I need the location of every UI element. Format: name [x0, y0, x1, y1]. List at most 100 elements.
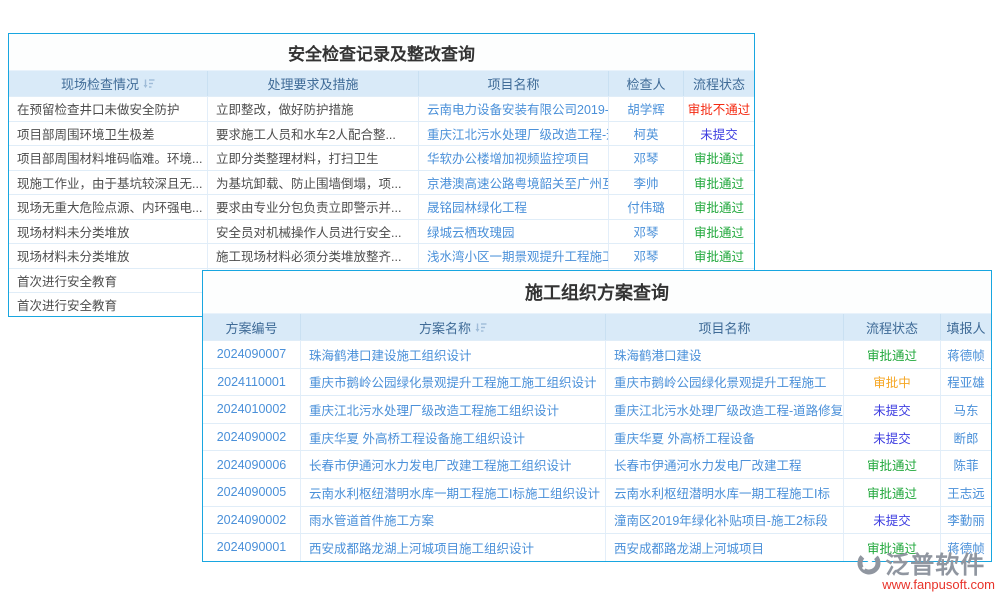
- plan-panel-title: 施工组织方案查询: [203, 271, 991, 313]
- reporter-link[interactable]: 断郎: [941, 424, 991, 451]
- table-row: 2024090005云南水利枢纽潜明水库一期工程施工I标施工组织设计云南水利枢纽…: [203, 478, 991, 506]
- plan-name-link[interactable]: 重庆市鹅岭公园绿化景观提升工程施工施工组织设计: [301, 369, 606, 396]
- measure-cell: 为基坑卸载、防止围墙倒塌，项...: [208, 171, 419, 195]
- plan-table-body: 2024090007珠海鹤港口建设施工组织设计珠海鹤港口建设审批通过蒋德帧202…: [203, 340, 991, 561]
- plan-name-link[interactable]: 重庆华夏 外高桥工程设备施工组织设计: [301, 424, 606, 451]
- status-text: 审批通过: [684, 146, 754, 170]
- column-header-plan-no: 方案编号: [203, 314, 301, 340]
- measure-cell: 立即分类整理材料，打扫卫生: [208, 146, 419, 170]
- measure-cell: 安全员对机械操作人员进行安全...: [208, 220, 419, 244]
- sort-icon[interactable]: [143, 78, 155, 89]
- brand-name: 泛普软件: [885, 545, 985, 580]
- measure-cell: 要求由专业分包负责立即警示并...: [208, 195, 419, 219]
- project-link[interactable]: 西安成都路龙湖上河城项目: [606, 534, 844, 561]
- fanpu-watermark: 泛普软件 www.fanpusoft.com: [856, 545, 995, 592]
- column-header-inspector: 检查人: [609, 71, 684, 96]
- inspector-link[interactable]: 李帅: [609, 171, 684, 195]
- situation-cell: 现场材料未分类堆放: [9, 244, 208, 268]
- fanpu-logo-icon: [856, 550, 882, 576]
- project-link[interactable]: 浅水湾小区一期景观提升工程施工: [419, 244, 609, 268]
- project-link[interactable]: 长春市伊通河水力发电厂改建工程: [606, 451, 844, 478]
- table-row: 2024090007珠海鹤港口建设施工组织设计珠海鹤港口建设审批通过蒋德帧: [203, 340, 991, 368]
- plan-no-link[interactable]: 2024090005: [203, 479, 301, 506]
- project-link[interactable]: 重庆江北污水处理厂级改造工程-道路修复: [419, 122, 609, 146]
- column-header-status: 流程状态: [844, 314, 941, 340]
- project-link[interactable]: 重庆江北污水处理厂级改造工程-道路修复: [606, 396, 844, 423]
- table-row: 现场材料未分类堆放安全员对机械操作人员进行安全...绿城云栖玫瑰园邓琴审批通过: [9, 219, 754, 244]
- measure-cell: 要求施工人员和水车2人配合整...: [208, 122, 419, 146]
- table-row: 2024110001重庆市鹅岭公园绿化景观提升工程施工施工组织设计重庆市鹅岭公园…: [203, 368, 991, 396]
- status-text: 审批通过: [684, 220, 754, 244]
- status-text: 审批不通过: [684, 97, 754, 121]
- table-row: 在预留检查井口未做安全防护立即整改，做好防护措施云南电力设备安装有限公司2019…: [9, 96, 754, 121]
- situation-cell: 首次进行安全教育: [9, 293, 208, 317]
- plan-name-link[interactable]: 雨水管道首件施工方案: [301, 507, 606, 534]
- sort-icon[interactable]: [475, 322, 487, 333]
- reporter-link[interactable]: 李勤丽: [941, 507, 991, 534]
- situation-cell: 现施工作业，由于基坑较深且无...: [9, 171, 208, 195]
- inspector-link[interactable]: 柯英: [609, 122, 684, 146]
- inspector-link[interactable]: 邓琴: [609, 244, 684, 268]
- project-link[interactable]: 晟铭园林绿化工程: [419, 195, 609, 219]
- situation-cell: 现场材料未分类堆放: [9, 220, 208, 244]
- status-text: 审批通过: [844, 451, 941, 478]
- column-header-label: 方案名称: [419, 318, 471, 337]
- reporter-link[interactable]: 王志远: [941, 479, 991, 506]
- inspector-link[interactable]: 付伟璐: [609, 195, 684, 219]
- inspector-link[interactable]: 邓琴: [609, 146, 684, 170]
- project-link[interactable]: 珠海鹤港口建设: [606, 341, 844, 368]
- plan-no-link[interactable]: 2024090006: [203, 451, 301, 478]
- situation-cell: 在预留检查井口未做安全防护: [9, 97, 208, 121]
- safety-table-header: 现场检查情况 处理要求及措施 项目名称 检查人 流程状态: [9, 70, 754, 96]
- project-link[interactable]: 重庆华夏 外高桥工程设备: [606, 424, 844, 451]
- column-header-status: 流程状态: [684, 71, 754, 96]
- table-row: 2024090002雨水管道首件施工方案潼南区2019年绿化补贴项目-施工2标段…: [203, 506, 991, 534]
- project-link[interactable]: 云南水利枢纽潜明水库一期工程施工I标: [606, 479, 844, 506]
- reporter-link[interactable]: 马东: [941, 396, 991, 423]
- project-link[interactable]: 华软办公楼增加视频监控项目: [419, 146, 609, 170]
- plan-name-link[interactable]: 西安成都路龙湖上河城项目施工组织设计: [301, 534, 606, 561]
- plan-table-header: 方案编号 方案名称 项目名称 流程状态 填报人: [203, 313, 991, 340]
- project-link[interactable]: 云南电力设备安装有限公司2019--2020年度: [419, 97, 609, 121]
- situation-cell: 项目部周围环境卫生极差: [9, 122, 208, 146]
- column-header-project: 项目名称: [606, 314, 844, 340]
- situation-cell: 首次进行安全教育: [9, 269, 208, 293]
- project-link[interactable]: 重庆市鹅岭公园绿化景观提升工程施工: [606, 369, 844, 396]
- plan-no-link[interactable]: 2024090007: [203, 341, 301, 368]
- inspector-link[interactable]: 邓琴: [609, 220, 684, 244]
- status-text: 审批通过: [684, 195, 754, 219]
- plan-no-link[interactable]: 2024090002: [203, 507, 301, 534]
- plan-no-link[interactable]: 2024090002: [203, 424, 301, 451]
- status-text: 审批中: [844, 369, 941, 396]
- status-text: 审批通过: [684, 171, 754, 195]
- reporter-link[interactable]: 陈菲: [941, 451, 991, 478]
- reporter-link[interactable]: 程亚雄: [941, 369, 991, 396]
- brand-url: www.fanpusoft.com: [856, 577, 995, 592]
- measure-cell: 施工现场材料必须分类堆放整齐...: [208, 244, 419, 268]
- column-header-plan-name[interactable]: 方案名称: [301, 314, 606, 340]
- table-row: 项目部周围环境卫生极差要求施工人员和水车2人配合整...重庆江北污水处理厂级改造…: [9, 121, 754, 146]
- column-header-measures: 处理要求及措施: [208, 71, 419, 96]
- construction-plan-panel: 施工组织方案查询 方案编号 方案名称 项目名称 流程状态 填报人 2024090…: [202, 270, 992, 562]
- project-link[interactable]: 绿城云栖玫瑰园: [419, 220, 609, 244]
- plan-no-link[interactable]: 2024010002: [203, 396, 301, 423]
- plan-name-link[interactable]: 云南水利枢纽潜明水库一期工程施工I标施工组织设计: [301, 479, 606, 506]
- table-row: 2024090006长春市伊通河水力发电厂改建工程施工组织设计长春市伊通河水力发…: [203, 450, 991, 478]
- reporter-link[interactable]: 蒋德帧: [941, 341, 991, 368]
- plan-no-link[interactable]: 2024110001: [203, 369, 301, 396]
- table-row: 现施工作业，由于基坑较深且无...为基坑卸载、防止围墙倒塌，项...京港澳高速公…: [9, 170, 754, 195]
- plan-no-link[interactable]: 2024090001: [203, 534, 301, 561]
- column-header-situation[interactable]: 现场检查情况: [9, 71, 208, 96]
- status-text: 审批通过: [684, 244, 754, 268]
- project-link[interactable]: 京港澳高速公路粤境韶关至广州互通路面改: [419, 171, 609, 195]
- status-text: 未提交: [844, 424, 941, 451]
- plan-name-link[interactable]: 珠海鹤港口建设施工组织设计: [301, 341, 606, 368]
- table-row: 项目部周围材料堆码临难。环境...立即分类整理材料，打扫卫生华软办公楼增加视频监…: [9, 145, 754, 170]
- project-link[interactable]: 潼南区2019年绿化补贴项目-施工2标段: [606, 507, 844, 534]
- table-row: 现场材料未分类堆放施工现场材料必须分类堆放整齐...浅水湾小区一期景观提升工程施…: [9, 243, 754, 268]
- table-row: 2024010002重庆江北污水处理厂级改造工程施工组织设计重庆江北污水处理厂级…: [203, 395, 991, 423]
- plan-name-link[interactable]: 重庆江北污水处理厂级改造工程施工组织设计: [301, 396, 606, 423]
- status-text: 审批通过: [844, 341, 941, 368]
- plan-name-link[interactable]: 长春市伊通河水力发电厂改建工程施工组织设计: [301, 451, 606, 478]
- inspector-link[interactable]: 胡学辉: [609, 97, 684, 121]
